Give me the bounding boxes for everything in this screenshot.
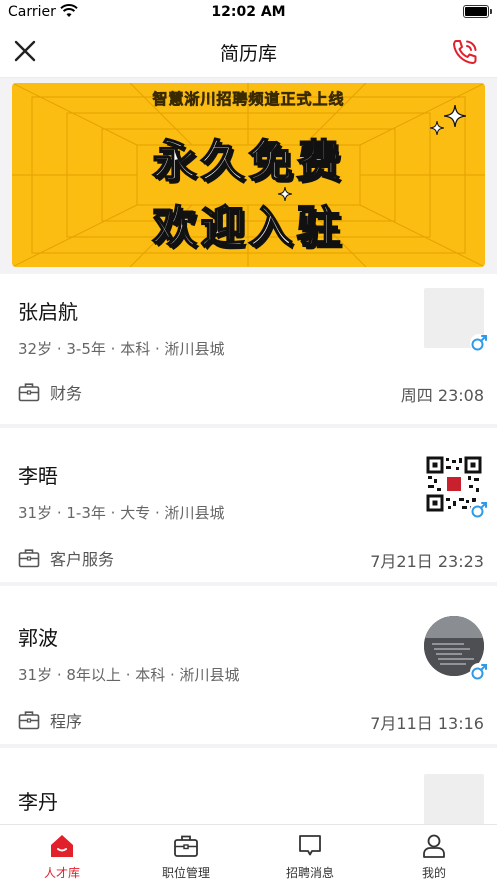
home-icon <box>51 835 73 857</box>
battery-icon <box>463 5 492 18</box>
tab-talent-pool[interactable]: 人才库 <box>0 825 124 883</box>
update-time: 7月21日 23:23 <box>370 552 484 571</box>
banner-headline-2: 欢迎入驻 <box>152 201 345 254</box>
banner-headline: 永久免费 <box>152 135 345 188</box>
candidate-info: 32岁 · 3-5年 · 本科 · 淅川县城 <box>18 340 225 358</box>
update-time: 周四 23:08 <box>400 386 484 405</box>
candidate-name: 李丹 <box>18 790 58 814</box>
job-label: 财务 <box>50 384 83 403</box>
candidate-card[interactable]: 李晤 31岁 · 1-3年 · 大专 · 淅川县城 客户服务 7月21日 23:… <box>0 428 497 582</box>
job-label: 客户服务 <box>50 550 115 569</box>
male-icon <box>470 663 488 681</box>
phone-icon[interactable] <box>449 36 481 68</box>
candidate-card[interactable]: 李丹 <box>0 748 497 824</box>
candidate-name: 张启航 <box>18 300 78 324</box>
tab-label: 招聘消息 <box>285 866 334 880</box>
briefcase-icon <box>174 835 198 857</box>
tab-label: 职位管理 <box>161 866 210 880</box>
tab-messages[interactable]: 招聘消息 <box>248 825 372 883</box>
candidate-card[interactable]: 郭波 31岁 · 8年以上 · 本科 · 淅川县城 程序 7月11日 13:16 <box>0 586 497 744</box>
tab-label: 我的 <box>421 866 446 880</box>
navigation-bar: 简历库 <box>0 26 497 78</box>
candidate-card[interactable]: 张启航 32岁 · 3-5年 · 本科 · 淅川县城 财务 周四 23:08 <box>0 274 497 424</box>
sparkle-icon <box>278 187 292 201</box>
job-category: 客户服务 <box>18 546 114 570</box>
male-icon <box>470 334 488 352</box>
message-icon <box>299 835 321 856</box>
page-title: 简历库 <box>219 43 277 65</box>
tab-profile[interactable]: 我的 <box>372 825 496 883</box>
tab-bar: 人才库 职位管理 招聘消息 我的 <box>0 824 497 883</box>
user-icon <box>423 834 445 858</box>
tab-job-management[interactable]: 职位管理 <box>124 825 248 883</box>
candidate-info: 31岁 · 1-3年 · 大专 · 淅川县城 <box>18 504 225 522</box>
job-label: 程序 <box>50 712 83 731</box>
briefcase-icon <box>18 549 40 568</box>
sparkle-icon <box>430 121 444 135</box>
sparkle-icon <box>444 105 466 127</box>
clock: 12:02 AM <box>211 4 286 20</box>
promo-banner[interactable]: 智慧淅川招聘频道正式上线 永久免费 欢迎入驻 <box>12 83 485 267</box>
briefcase-icon <box>18 383 40 402</box>
update-time: 7月11日 13:16 <box>370 714 484 733</box>
job-category: 程序 <box>18 708 82 732</box>
candidate-name: 李晤 <box>18 464 58 488</box>
candidate-info: 31岁 · 8年以上 · 本科 · 淅川县城 <box>18 666 240 684</box>
avatar <box>424 774 484 824</box>
banner-subtitle: 智慧淅川招聘频道正式上线 <box>152 90 345 109</box>
candidate-list[interactable]: 智慧淅川招聘频道正式上线 永久免费 欢迎入驻 张启航 32岁 · 3-5年 · … <box>0 78 497 824</box>
briefcase-icon <box>18 711 40 730</box>
job-category: 财务 <box>18 380 82 404</box>
candidate-name: 郭波 <box>18 626 58 650</box>
male-icon <box>470 501 488 519</box>
tab-label: 人才库 <box>43 866 80 880</box>
status-bar: Carrier 12:02 AM <box>0 0 497 26</box>
